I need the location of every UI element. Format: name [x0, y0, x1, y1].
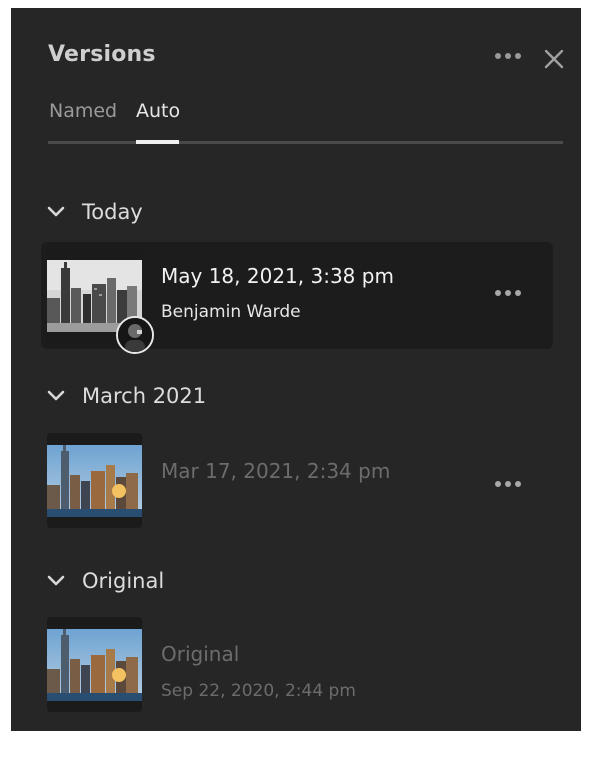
more-dot: [505, 53, 511, 59]
version-date: Sep 22, 2020, 2:44 pm: [161, 681, 356, 701]
close-icon: [544, 49, 564, 69]
group-label: Today: [82, 200, 143, 224]
more-dot: [495, 53, 501, 59]
more-dot: [505, 481, 511, 487]
version-date: May 18, 2021, 3:38 pm: [161, 264, 394, 288]
tab-track: [48, 141, 563, 144]
chevron-down-icon: [47, 206, 65, 217]
color-skyline-image: [47, 433, 142, 528]
active-tab-indicator: [136, 140, 179, 144]
more-dot: [515, 290, 521, 296]
chevron-down-icon: [47, 575, 65, 586]
version-item-march-2021[interactable]: Mar 17, 2021, 2:34 pm: [41, 427, 553, 534]
version-more-button[interactable]: [491, 283, 525, 303]
panel-title: Versions: [48, 42, 156, 67]
color-skyline-image: [47, 617, 142, 712]
version-item-original[interactable]: Original Sep 22, 2020, 2:44 pm: [41, 611, 553, 718]
version-thumbnail: [47, 617, 142, 712]
more-options-button[interactable]: [491, 46, 525, 66]
more-dot: [495, 481, 501, 487]
version-more-button[interactable]: [491, 474, 525, 494]
version-item-today[interactable]: May 18, 2021, 3:38 pm Benjamin Warde: [41, 242, 553, 354]
author-avatar: [116, 316, 154, 354]
version-date: Mar 17, 2021, 2:34 pm: [161, 459, 391, 483]
version-name: Original: [161, 642, 240, 666]
group-header-original[interactable]: Original: [47, 566, 164, 596]
version-thumbnail: [47, 433, 142, 528]
panel-header: Versions: [11, 8, 581, 98]
tab-named[interactable]: Named: [49, 100, 117, 122]
more-dot: [505, 290, 511, 296]
group-header-today[interactable]: Today: [47, 197, 143, 227]
more-dot: [495, 290, 501, 296]
more-dot: [515, 481, 521, 487]
more-dot: [515, 53, 521, 59]
version-tabs: Named Auto: [48, 100, 563, 152]
chevron-down-icon: [47, 390, 65, 401]
version-author: Benjamin Warde: [161, 302, 301, 322]
tab-auto[interactable]: Auto: [136, 100, 180, 122]
group-header-march-2021[interactable]: March 2021: [47, 381, 206, 411]
group-label: March 2021: [82, 384, 207, 408]
group-label: Original: [82, 569, 165, 593]
versions-panel: Versions Named Auto Today May 18, 2021, …: [11, 8, 581, 731]
close-button[interactable]: [543, 48, 565, 70]
